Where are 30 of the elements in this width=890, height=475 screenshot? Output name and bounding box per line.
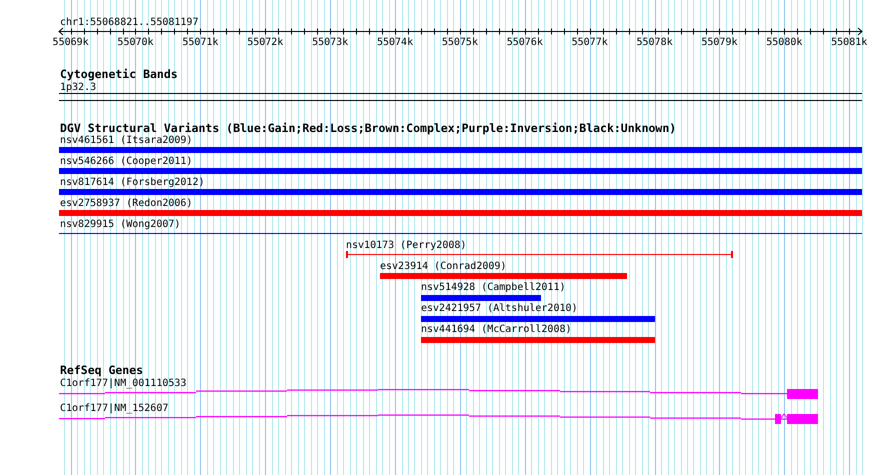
variant-label: nsv829915 (Wong2007) [60,219,180,230]
variant-label: nsv817614 (Forsberg2012) [60,177,204,188]
gene-label: C1orf177|NM_001110533 [60,378,186,389]
axis-tick-label: 55079k [701,37,738,48]
variant-label: nsv546266 (Cooper2011) [60,156,192,167]
position-label: chr1:55068821..55081197 [60,17,198,28]
axis-tick-label: 55080k [766,37,802,48]
axis-tick-label: 55074k [376,37,414,48]
variant-label: nsv514928 (Campbell2011) [421,282,566,293]
axis-tick-label: 55073k [312,37,348,48]
axis-tick-label: 55072k [247,37,284,48]
axis-tick-label: 55076k [506,37,543,48]
axis-tick-label: 55069k [52,37,89,48]
axis-tick-label: 55078k [636,37,673,48]
track-title: DGV Structural Variants (Blue:Gain;Red:Loss;Brown:Complex;Purple:Inversion;Black:Unknown) [60,121,676,135]
axis-tick-label: 55081k [831,37,868,48]
axis-tick-label: 55070k [117,37,154,48]
band-label: 1p32.3 [60,82,96,93]
variant-label: esv2758937 (Redon2006) [60,198,192,209]
variant-label: nsv10173 (Perry2008) [346,240,466,251]
axis-tick-label: 55077k [572,37,608,48]
track-title: Cytogenetic Bands [60,67,178,81]
axis-tick-label: 55071k [182,37,218,48]
variant-label: nsv461561 (Itsara2009) [60,135,192,146]
axis-tick-label: 55075k [442,37,478,48]
gene-label: C1orf177|NM_152607 [60,403,168,414]
track-title: RefSeq Genes [60,363,144,377]
variant-label: esv23914 (Conrad2009) [380,261,506,272]
variant-label: esv2421957 (Altshuler2010) [421,303,578,314]
variant-label: nsv441694 (McCarroll2008) [421,324,572,335]
